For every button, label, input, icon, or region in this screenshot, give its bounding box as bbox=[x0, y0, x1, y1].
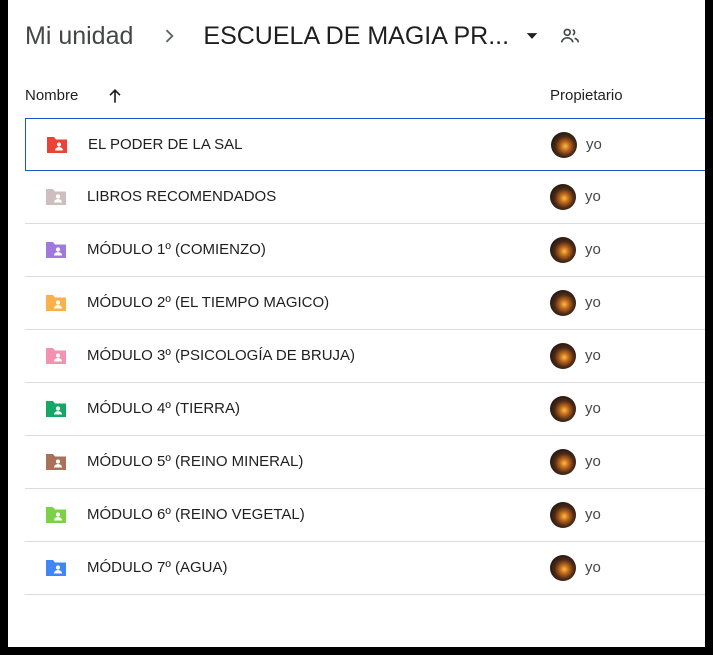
owner-label: yo bbox=[586, 136, 602, 153]
owner-label: yo bbox=[585, 294, 601, 311]
shared-folder-icon bbox=[47, 137, 67, 153]
folder-name: EL PODER DE LA SAL bbox=[88, 136, 243, 153]
chevron-right-icon bbox=[166, 29, 175, 43]
owner-label: yo bbox=[585, 559, 601, 576]
shared-folder-icon bbox=[46, 348, 66, 364]
shared-folder-icon bbox=[46, 189, 66, 205]
avatar bbox=[550, 237, 576, 263]
file-list: EL PODER DE LA SAL yo LIBROS RECOMENDADOS y… bbox=[25, 118, 705, 595]
owner-label: yo bbox=[585, 400, 601, 417]
avatar bbox=[550, 555, 576, 581]
owner-label: yo bbox=[585, 506, 601, 523]
avatar bbox=[550, 396, 576, 422]
avatar bbox=[550, 502, 576, 528]
people-icon[interactable] bbox=[559, 25, 581, 47]
arrow-up-icon[interactable] bbox=[105, 86, 125, 106]
avatar bbox=[550, 184, 576, 210]
owner-label: yo bbox=[585, 188, 601, 205]
folder-row[interactable]: MÓDULO 4º (TIERRA) yo bbox=[25, 383, 705, 436]
folder-name: MÓDULO 3º (PSICOLOGÍA DE BRUJA) bbox=[87, 347, 356, 364]
shared-folder-icon bbox=[46, 454, 66, 470]
folder-name: MÓDULO 6º (REINO VEGETAL) bbox=[87, 506, 305, 523]
folder-row[interactable]: MÓDULO 1º (COMIENZO) yo bbox=[25, 224, 705, 277]
drive-window: Mi unidad ESCUELA DE MAGIA PR... Nombre … bbox=[8, 0, 705, 647]
owner-label: yo bbox=[585, 347, 601, 364]
shared-folder-icon bbox=[46, 242, 66, 258]
folder-name: MÓDULO 1º (COMIENZO) bbox=[87, 241, 266, 258]
caret-down-icon[interactable] bbox=[525, 29, 539, 43]
avatar bbox=[550, 290, 576, 316]
avatar bbox=[550, 343, 576, 369]
folder-name: MÓDULO 4º (TIERRA) bbox=[87, 400, 240, 417]
shared-folder-icon bbox=[46, 295, 66, 311]
folder-row[interactable]: MÓDULO 6º (REINO VEGETAL) yo bbox=[25, 489, 705, 542]
folder-name: MÓDULO 2º (EL TIEMPO MAGICO) bbox=[87, 294, 330, 311]
breadcrumb-root-my-drive[interactable]: Mi unidad bbox=[25, 22, 133, 51]
shared-folder-icon bbox=[46, 401, 66, 417]
shared-folder-icon bbox=[46, 560, 66, 576]
folder-name: MÓDULO 7º (AGUA) bbox=[87, 559, 228, 576]
avatar bbox=[550, 449, 576, 475]
shared-folder-icon bbox=[46, 507, 66, 523]
folder-row[interactable]: EL PODER DE LA SAL yo bbox=[25, 118, 705, 171]
folder-name: MÓDULO 5º (REINO MINERAL) bbox=[87, 453, 304, 470]
folder-row[interactable]: LIBROS RECOMENDADOS yo bbox=[25, 171, 705, 224]
folder-row[interactable]: MÓDULO 3º (PSICOLOGÍA DE BRUJA) yo bbox=[25, 330, 705, 383]
column-headers: Nombre Propietario bbox=[25, 78, 705, 114]
owner-label: yo bbox=[585, 241, 601, 258]
folder-row[interactable]: MÓDULO 5º (REINO MINERAL) yo bbox=[25, 436, 705, 489]
breadcrumb-current-folder[interactable]: ESCUELA DE MAGIA PR... bbox=[203, 22, 509, 51]
avatar bbox=[551, 132, 577, 158]
breadcrumb: Mi unidad ESCUELA DE MAGIA PR... bbox=[25, 14, 581, 58]
owner-label: yo bbox=[585, 453, 601, 470]
folder-row[interactable]: MÓDULO 2º (EL TIEMPO MAGICO) yo bbox=[25, 277, 705, 330]
column-header-owner[interactable]: Propietario bbox=[550, 87, 623, 104]
folder-row[interactable]: MÓDULO 7º (AGUA) yo bbox=[25, 542, 705, 595]
folder-name: LIBROS RECOMENDADOS bbox=[87, 188, 277, 205]
column-header-name[interactable]: Nombre bbox=[25, 87, 78, 104]
